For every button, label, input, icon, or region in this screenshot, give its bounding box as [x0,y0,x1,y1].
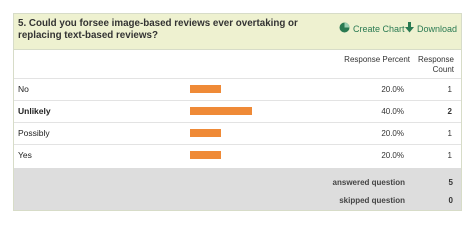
row-percent: 20.0% [381,85,404,94]
answered-question-value: 5 [448,178,453,187]
table-row: Yes 20.0% 1 [14,144,461,167]
response-bar [190,107,252,115]
response-bar [190,151,221,159]
table-row: Unlikely 40.0% 2 [14,100,461,123]
row-count: 1 [447,85,452,94]
row-count: 1 [447,129,452,138]
row-label: No [18,84,29,94]
download-label: Download [417,23,458,34]
row-percent: 20.0% [381,129,404,138]
row-label: Unlikely [18,106,51,116]
row-count: 2 [447,107,452,116]
create-chart-button[interactable]: Create Chart [339,22,405,35]
download-button[interactable]: Download [405,22,457,35]
question-header: 5. Could you forsee image-based reviews … [14,14,461,50]
question-title: 5. Could you forsee image-based reviews … [18,18,298,41]
row-label: Possibly [18,128,50,138]
row-count: 1 [447,151,452,160]
response-bar [190,85,221,93]
create-chart-label: Create Chart [353,23,405,34]
row-percent: 40.0% [381,107,404,116]
table-row: No 20.0% 1 [14,78,461,101]
question-summary-card: 5. Could you forsee image-based reviews … [13,13,462,211]
skipped-question-value: 0 [448,196,453,205]
skipped-question-label: skipped question [339,196,405,205]
answered-question-label: answered question [332,178,405,187]
summary-footer: answered question 5 skipped question 0 [14,168,461,210]
row-percent: 20.0% [381,151,404,160]
response-bar [190,129,221,137]
row-label: Yes [18,150,32,160]
download-arrow-icon [405,22,414,35]
pie-chart-icon [339,22,350,35]
table-row: Possibly 20.0% 1 [14,122,461,145]
